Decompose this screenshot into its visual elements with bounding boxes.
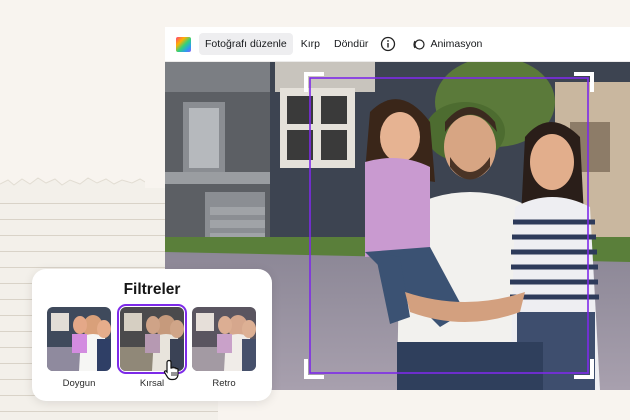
filters-panel: Filtreler Doygun Kırsal Retro — [32, 269, 272, 401]
animation-button[interactable]: Animasyon — [412, 38, 484, 51]
crop-handle-top-left — [304, 72, 324, 92]
info-icon[interactable] — [380, 36, 396, 52]
crop-button[interactable]: Kırp — [295, 33, 326, 55]
editor-toolbar: Fotoğrafı düzenle Kırp Döndür Animasyon — [165, 27, 630, 62]
torn-paper-edge — [0, 177, 145, 198]
filter-label-saturated: Doygun — [62, 378, 96, 389]
animation-icon — [412, 38, 426, 51]
filters-title: Filtreler — [123, 281, 181, 298]
crop-handle-bottom-right — [574, 359, 594, 379]
animation-label: Animasyon — [430, 38, 483, 50]
filter-label-retro: Retro — [212, 378, 236, 389]
filter-thumbnail-saturated[interactable] — [47, 307, 111, 371]
crop-handle-top-right — [574, 72, 594, 92]
rotate-button[interactable]: Döndür — [328, 33, 374, 55]
hand-pointer-icon — [163, 359, 179, 381]
edit-photo-button[interactable]: Fotoğrafı düzenle — [199, 33, 293, 55]
filter-thumbnail-retro[interactable] — [192, 307, 256, 371]
color-palette-icon[interactable] — [176, 36, 191, 52]
crop-handle-bottom-left — [304, 359, 324, 379]
